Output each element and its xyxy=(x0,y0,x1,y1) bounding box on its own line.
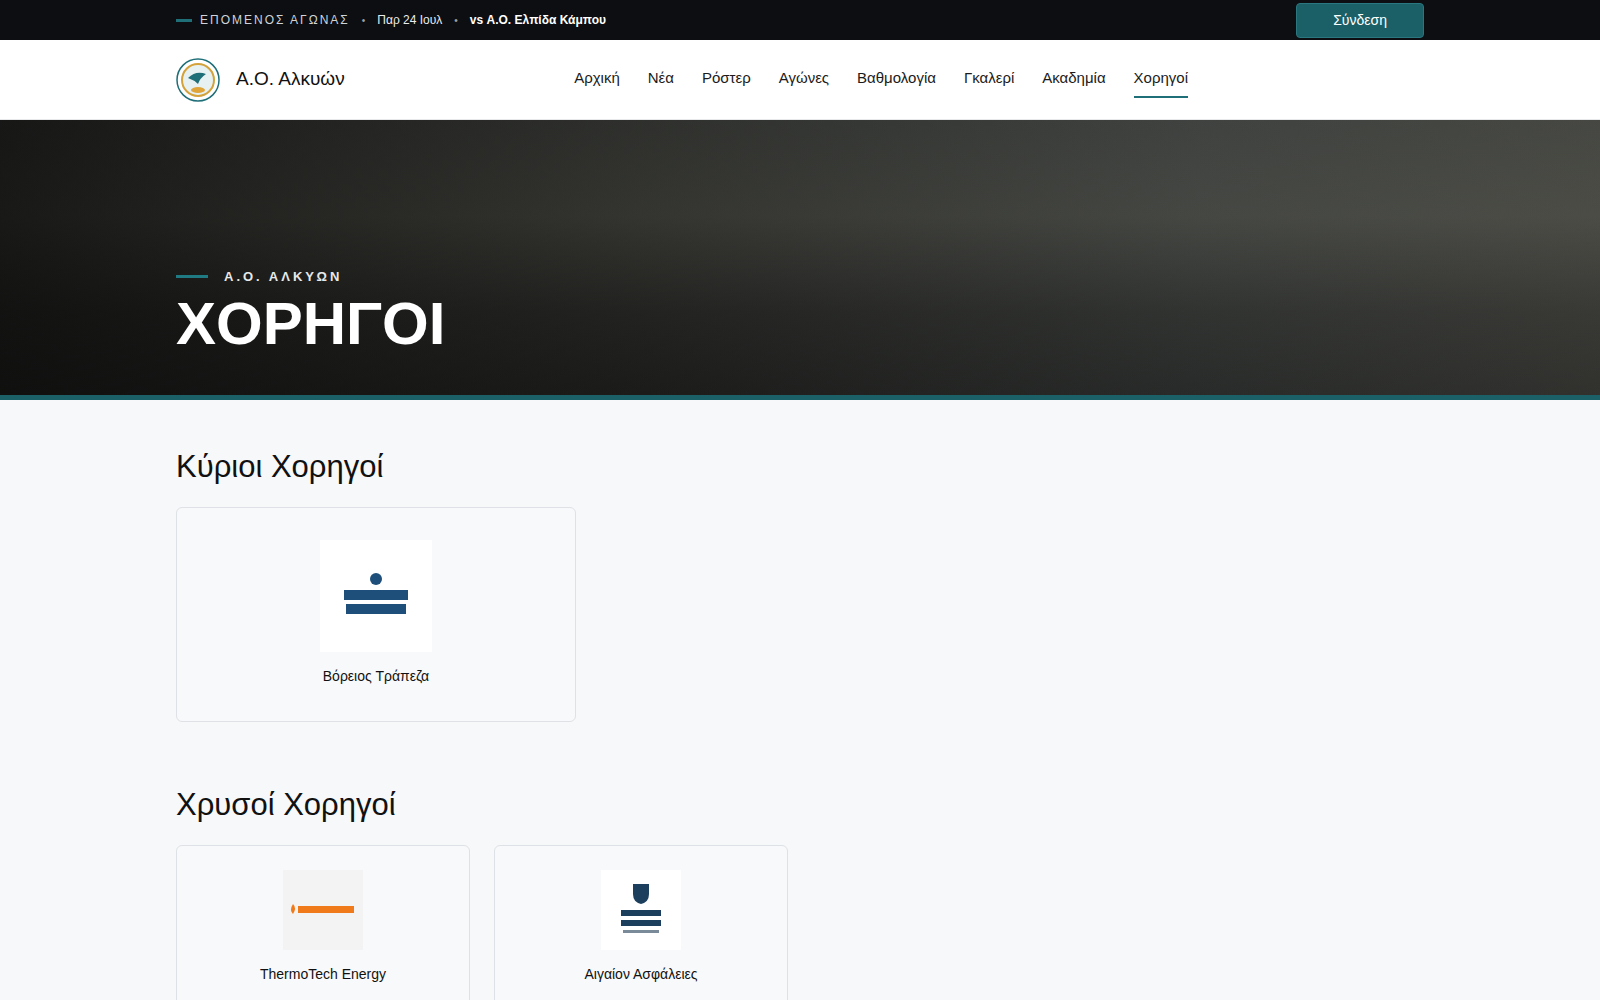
sponsors-content: Κύριοι Χορηγοί Βόρειος Τράπεζα Χρυσοί Χορη… xyxy=(152,400,1448,1000)
page-title: ΧΟΡΗΓΟΙ xyxy=(176,292,1424,355)
sponsor-column: Βόρειος Τράπεζα xyxy=(164,507,588,722)
nav-link[interactable]: Ακαδημία xyxy=(1042,61,1105,98)
nav-link[interactable]: Αρχική xyxy=(574,61,620,98)
tier-title: Κύριοι Χορηγοί xyxy=(176,448,1424,485)
sponsor-name: ThermoTech Energy xyxy=(260,964,386,985)
navbar-inner: Α.Ο. Αλκυών Αρχική Νέα Ρόστερ Αγώνες Βαθμολογ… xyxy=(152,58,1448,102)
main-navbar: Α.Ο. Αλκυών Αρχική Νέα Ρόστερ Αγώνες Βαθμολογ… xyxy=(0,40,1600,120)
sponsor-grid: ThermoTech Energy Αιγαίον Ασφάλειες xyxy=(164,821,1436,1000)
sponsor-name: Βόρειος Τράπεζα xyxy=(323,666,429,687)
sponsor-column: Αιγαίον Ασφάλειες xyxy=(482,845,800,1000)
top-bar-inner: ΕΠΟΜΕΝΟΣ ΑΓΩΝΑΣ • Παρ 24 Ιουλ • vs Α.Ο. Ελπί… xyxy=(152,0,1448,40)
match-opponent: vs Α.Ο. Ελπίδα Κάμπου xyxy=(470,11,606,29)
brand-name: Α.Ο. Αλκυών xyxy=(236,65,345,94)
sponsor-name: Αιγαίον Ασφάλειες xyxy=(584,964,697,985)
nav-link[interactable]: Αγώνες xyxy=(779,61,829,98)
nav-link[interactable]: Ρόστερ xyxy=(702,61,751,98)
accent-dash xyxy=(176,275,208,278)
sponsor-column: ThermoTech Energy xyxy=(164,845,482,1000)
hero-banner: Α.Ο. ΑΛΚΥΩΝ ΧΟΡΗΓΟΙ xyxy=(0,120,1600,400)
top-bar: ΕΠΟΜΕΝΟΣ ΑΓΩΝΑΣ • Παρ 24 Ιουλ • vs Α.Ο. Ελπί… xyxy=(0,0,1600,40)
nav-link[interactable]: Νέα xyxy=(648,61,674,98)
sponsor-logo xyxy=(283,870,363,950)
sponsor-logo xyxy=(601,870,681,950)
separator: • xyxy=(362,13,366,28)
sponsor-card[interactable]: Αιγαίον Ασφάλειες xyxy=(494,845,788,1000)
sponsor-tier: Κύριοι Χορηγοί Βόρειος Τράπεζα xyxy=(176,448,1424,722)
sponsor-card[interactable]: ThermoTech Energy xyxy=(176,845,470,1000)
next-match: ΕΠΟΜΕΝΟΣ ΑΓΩΝΑΣ • Παρ 24 Ιουλ • vs Α.Ο. Ελπί… xyxy=(176,11,606,29)
tier-title: Χρυσοί Χορηγοί xyxy=(176,786,1424,823)
sponsor-tier: Χρυσοί Χορηγοί ThermoTech Energy Αιγαίον Α… xyxy=(176,786,1424,1000)
sponsor-card[interactable]: Βόρειος Τράπεζα xyxy=(176,507,576,722)
sponsor-logo-icon xyxy=(340,572,412,620)
sponsor-logo-icon xyxy=(619,880,663,940)
sponsor-grid: Βόρειος Τράπεζα xyxy=(164,483,1436,722)
match-date: Παρ 24 Ιουλ xyxy=(377,11,442,29)
separator: • xyxy=(454,13,458,28)
hero-inner: Α.Ο. ΑΛΚΥΩΝ ΧΟΡΗΓΟΙ xyxy=(152,120,1448,395)
eyebrow-text: Α.Ο. ΑΛΚΥΩΝ xyxy=(224,267,342,287)
brand[interactable]: Α.Ο. Αλκυών xyxy=(176,58,345,102)
club-logo-icon xyxy=(176,58,220,102)
nav-link[interactable]: Γκαλερί xyxy=(964,61,1014,98)
accent-dash xyxy=(176,19,192,22)
hero-eyebrow: Α.Ο. ΑΛΚΥΩΝ xyxy=(176,267,1424,287)
login-button[interactable]: Σύνδεση xyxy=(1296,3,1424,38)
nav-link[interactable]: Βαθμολογία xyxy=(857,61,936,98)
sponsor-logo xyxy=(320,540,432,652)
sponsor-logo-icon xyxy=(283,870,363,950)
next-match-label: ΕΠΟΜΕΝΟΣ ΑΓΩΝΑΣ xyxy=(200,11,350,29)
nav-link[interactable]: Χορηγοί xyxy=(1134,61,1188,98)
nav-menu: Αρχική Νέα Ρόστερ Αγώνες Βαθμολογία Γκαλερί Ακ… xyxy=(574,61,1188,98)
